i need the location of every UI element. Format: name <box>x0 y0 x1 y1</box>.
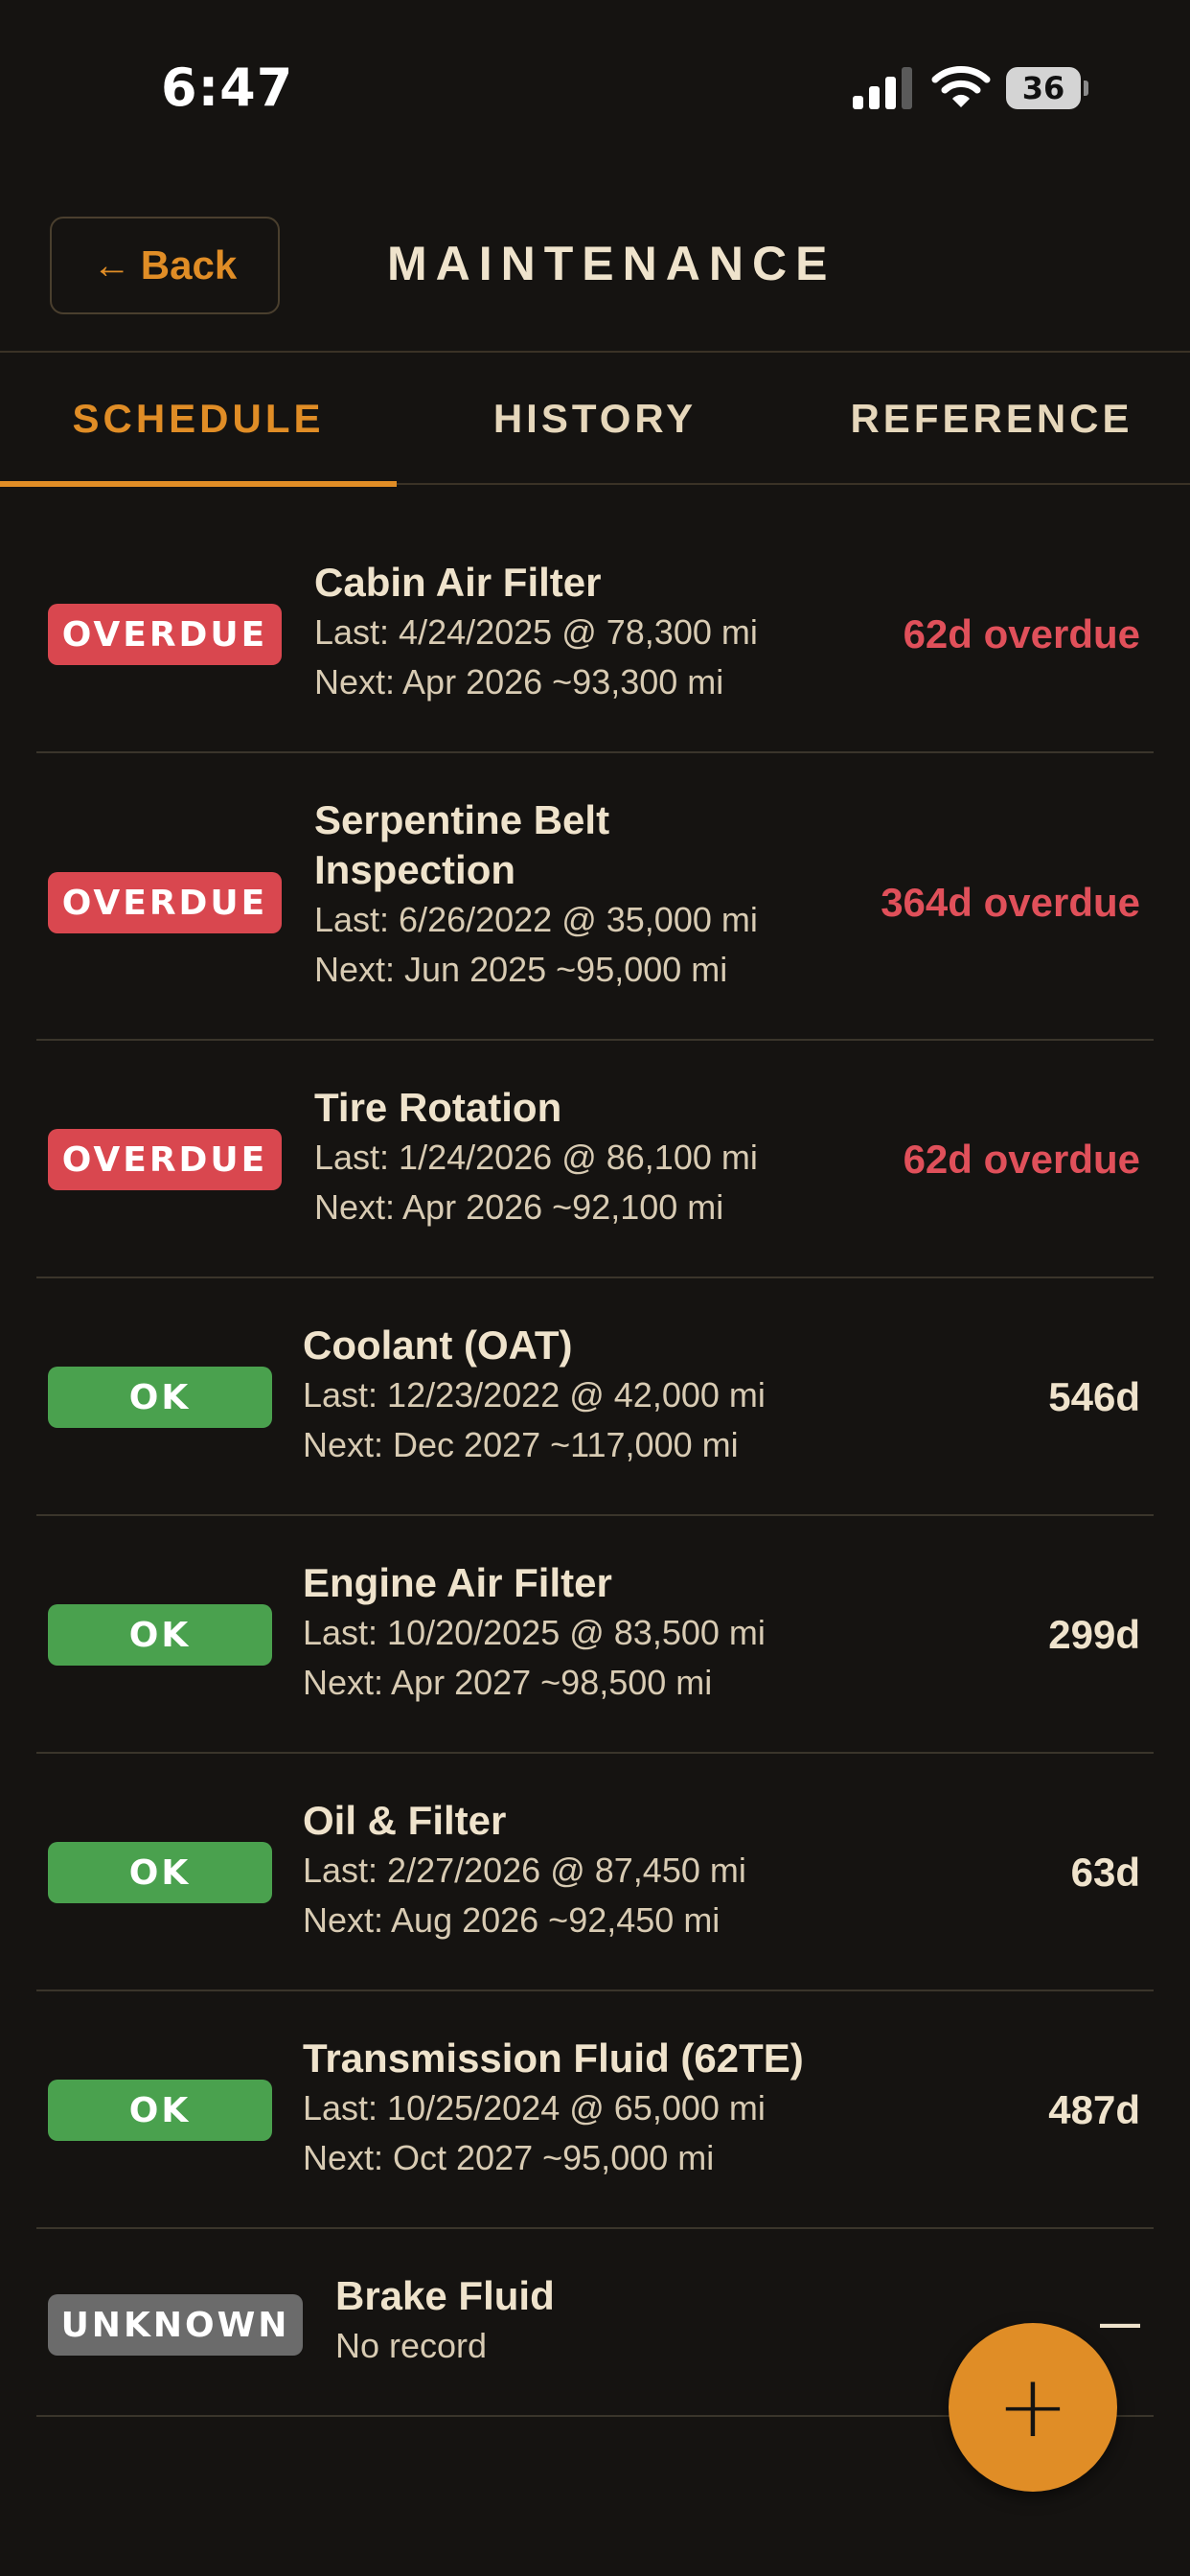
header: ← Back MAINTENANCE <box>0 172 1190 351</box>
status-badge: OK <box>48 1842 272 1903</box>
list-item[interactable]: OK Oil & Filter Last: 2/27/2026 @ 87,450… <box>36 1754 1154 1991</box>
status-badge: UNKNOWN <box>48 2294 303 2356</box>
item-last: Last: 4/24/2025 @ 78,300 mi <box>314 612 758 652</box>
status-time: 6:47 <box>161 58 294 118</box>
item-last: No record <box>335 2326 488 2365</box>
item-next: Next: Oct 2027 ~95,000 mi <box>303 2138 715 2177</box>
maintenance-list: OVERDUE Cabin Air Filter Last: 4/24/2025… <box>36 487 1154 2472</box>
status-badge: OK <box>48 1604 272 1666</box>
tab-bar: SCHEDULE HISTORY REFERENCE <box>0 351 1190 487</box>
tab-history[interactable]: HISTORY <box>397 353 793 485</box>
item-title: Tire Rotation <box>314 1085 562 1130</box>
item-status: 62d overdue <box>903 1137 1140 1182</box>
add-button[interactable]: + <box>949 2323 1117 2492</box>
item-next: Next: Jun 2025 ~95,000 mi <box>314 950 728 989</box>
status-badge: OVERDUE <box>48 604 282 665</box>
status-badge: OK <box>48 2080 272 2141</box>
item-status: 62d overdue <box>903 611 1140 656</box>
item-title-line2: Inspection <box>314 847 516 892</box>
status-bar: 6:47 36 <box>0 0 1190 172</box>
cellular-signal-icon <box>853 67 912 109</box>
item-status: 546d <box>1048 1374 1140 1419</box>
item-title: Serpentine Belt <box>314 797 610 842</box>
wifi-icon <box>931 66 991 107</box>
back-button[interactable]: ← Back <box>50 217 280 314</box>
item-last: Last: 10/20/2025 @ 83,500 mi <box>303 1613 766 1652</box>
list-item[interactable]: OVERDUE Serpentine Belt Inspection Last:… <box>36 753 1154 1041</box>
item-title: Coolant (OAT) <box>303 1322 573 1368</box>
page-title: MAINTENANCE <box>387 237 836 290</box>
back-label: Back <box>140 242 238 288</box>
list-item[interactable]: OK Transmission Fluid (62TE) Last: 10/25… <box>36 1991 1154 2229</box>
back-arrow-icon: ← <box>92 244 131 287</box>
status-badge: OVERDUE <box>48 1129 282 1190</box>
status-badge: OVERDUE <box>48 872 282 933</box>
item-last: Last: 1/24/2026 @ 86,100 mi <box>314 1138 758 1177</box>
battery-icon: 36 <box>1006 67 1088 109</box>
item-next: Next: Apr 2026 ~92,100 mi <box>314 1187 724 1227</box>
battery-level: 36 <box>1021 70 1065 106</box>
item-last: Last: 10/25/2024 @ 65,000 mi <box>303 2088 766 2128</box>
item-next: Next: Dec 2027 ~117,000 mi <box>303 1425 739 1464</box>
item-status: 487d <box>1048 2087 1140 2132</box>
item-title: Transmission Fluid (62TE) <box>303 2036 804 2081</box>
item-title: Oil & Filter <box>303 1798 507 1843</box>
item-status: 63d <box>1070 1850 1140 1895</box>
item-title: Cabin Air Filter <box>314 560 602 605</box>
list-item[interactable]: OK Coolant (OAT) Last: 12/23/2022 @ 42,0… <box>36 1278 1154 1516</box>
item-status: — <box>1100 2300 1140 2345</box>
item-next: Next: Apr 2027 ~98,500 mi <box>303 1663 713 1702</box>
tab-reference[interactable]: REFERENCE <box>793 353 1190 485</box>
item-status: 364d overdue <box>881 880 1140 925</box>
item-next: Next: Aug 2026 ~92,450 mi <box>303 1900 721 1940</box>
item-next: Next: Apr 2026 ~93,300 mi <box>314 662 724 702</box>
status-badge: OK <box>48 1367 272 1428</box>
list-item[interactable]: OK Engine Air Filter Last: 10/20/2025 @ … <box>36 1516 1154 1754</box>
list-item[interactable]: OVERDUE Tire Rotation Last: 1/24/2026 @ … <box>36 1041 1154 1278</box>
item-title: Engine Air Filter <box>303 1560 612 1605</box>
list-item[interactable]: OVERDUE Cabin Air Filter Last: 4/24/2025… <box>36 487 1154 753</box>
plus-icon: + <box>996 2357 1069 2457</box>
tab-schedule[interactable]: SCHEDULE <box>0 353 397 487</box>
item-last: Last: 6/26/2022 @ 35,000 mi <box>314 900 758 939</box>
item-status: 299d <box>1048 1612 1140 1657</box>
item-title: Brake Fluid <box>335 2273 555 2318</box>
item-last: Last: 12/23/2022 @ 42,000 mi <box>303 1375 766 1414</box>
item-last: Last: 2/27/2026 @ 87,450 mi <box>303 1851 746 1890</box>
